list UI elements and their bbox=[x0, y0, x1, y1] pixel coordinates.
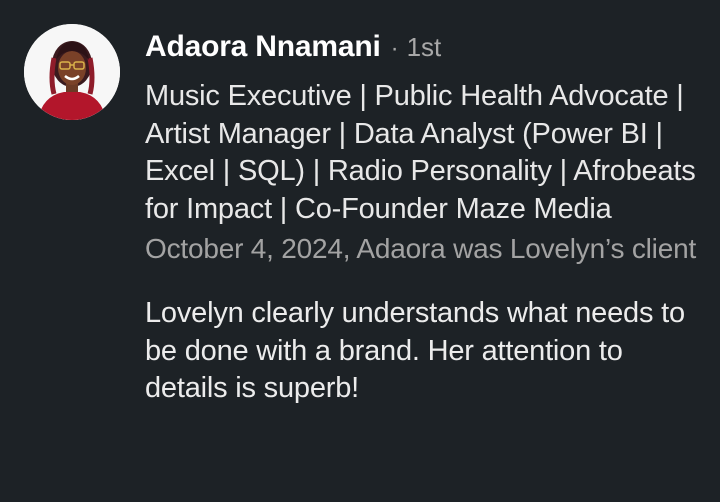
author-headline: Music Executive | Public Health Advocate… bbox=[145, 80, 696, 225]
connection-degree: 1st bbox=[406, 32, 442, 62]
profile-photo-icon bbox=[24, 24, 120, 120]
recommendation-meta: October 4, 2024, Adaora was Lovelyn’s cl… bbox=[145, 233, 697, 264]
recommendation-text: Lovelyn clearly understands what needs t… bbox=[145, 297, 685, 404]
recommendation-card: Adaora Nnamani · 1st Music Executive | P… bbox=[0, 0, 720, 502]
recommendation-content: Adaora Nnamani · 1st Music Executive | P… bbox=[145, 30, 705, 408]
separator-dot: · bbox=[390, 35, 399, 62]
author-avatar[interactable] bbox=[24, 24, 120, 120]
author-name-row: Adaora Nnamani · 1st bbox=[145, 30, 705, 72]
author-name[interactable]: Adaora Nnamani bbox=[145, 30, 381, 64]
